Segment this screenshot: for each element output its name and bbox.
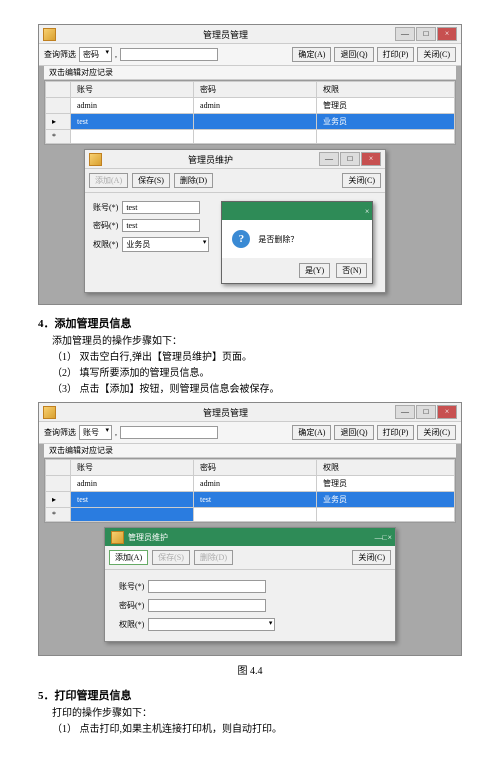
save-button[interactable]: 保存(S) xyxy=(132,173,170,188)
window-title: 管理员管理 xyxy=(56,406,395,419)
save-button: 保存(S) xyxy=(152,550,190,565)
confirm-dialog: × ? 是否删除？ 是(Y) 否(N) xyxy=(221,201,373,284)
close-icon[interactable]: × xyxy=(387,533,392,542)
add-button: 添加(A) xyxy=(89,173,128,188)
filter-mode-select[interactable]: 账号 xyxy=(79,425,112,440)
section-heading: 5．打印管理员信息 xyxy=(38,687,462,703)
print-button[interactable]: 打印(P) xyxy=(377,425,415,440)
account-field[interactable] xyxy=(148,580,266,593)
close-icon[interactable]: × xyxy=(437,405,457,419)
undo-button[interactable]: 退回(Q) xyxy=(334,47,373,62)
role-select[interactable] xyxy=(148,618,275,631)
window-admin-mgmt-1: 管理员管理 — □ × 查询筛选 密码 , 确定(A) 退回(Q) 打印(P) … xyxy=(38,24,462,305)
undo-button[interactable]: 退回(Q) xyxy=(334,425,373,440)
close-icon[interactable]: × xyxy=(437,27,457,41)
filter-mode-select[interactable]: 密码 xyxy=(79,47,112,62)
password-field[interactable]: test xyxy=(122,219,200,232)
minimize-icon[interactable]: — xyxy=(375,533,383,542)
close-icon[interactable]: × xyxy=(365,207,370,216)
app-icon xyxy=(43,28,56,41)
confirm-button[interactable]: 确定(A) xyxy=(292,47,331,62)
grid-hint: 双击编辑对应记录 xyxy=(44,66,456,80)
app-icon xyxy=(89,153,102,166)
delete-button[interactable]: 删除(D) xyxy=(174,173,213,188)
section-heading: 4．添加管理员信息 xyxy=(38,315,462,331)
maximize-icon[interactable]: □ xyxy=(416,27,436,41)
table-row: ▸test业务员 xyxy=(46,114,455,130)
dialog-admin-maint: 管理员维护 —□× 添加(A) 保存(S) 删除(D) 关闭(C) 账号(*)t… xyxy=(84,149,386,293)
table-row: * xyxy=(46,130,455,144)
admin-grid[interactable]: 账号密码权限 adminadmin管理员 ▸test业务员 * xyxy=(44,80,456,145)
app-icon xyxy=(111,531,124,544)
figure-caption: 图 4.4 xyxy=(38,662,462,677)
account-field[interactable]: test xyxy=(122,201,200,214)
filter-label: 查询筛选 xyxy=(44,49,76,60)
yes-button[interactable]: 是(Y) xyxy=(299,263,330,278)
toolbar: 查询筛选 密码 , 确定(A) 退回(Q) 打印(P) 关闭(C) xyxy=(39,44,461,66)
confirm-button[interactable]: 确定(A) xyxy=(292,425,331,440)
admin-grid[interactable]: 账号密码权限 adminadmin管理员 ▸testtest业务员 * xyxy=(44,458,456,523)
table-row: adminadmin管理员 xyxy=(46,98,455,114)
maximize-icon[interactable]: □ xyxy=(416,405,436,419)
print-button[interactable]: 打印(P) xyxy=(377,47,415,62)
window-title: 管理员管理 xyxy=(56,28,395,41)
dialog-admin-maint: 管理员维护 —□× 添加(A) 保存(S) 删除(D) 关闭(C) 账号(*) … xyxy=(104,527,396,642)
close-icon[interactable]: × xyxy=(361,152,381,166)
filter-input[interactable] xyxy=(120,426,218,439)
no-button[interactable]: 否(N) xyxy=(336,263,367,278)
titlebar: 管理员管理 — □ × xyxy=(39,25,461,44)
minimize-icon[interactable]: — xyxy=(319,152,339,166)
table-row: ▸testtest业务员 xyxy=(46,492,455,508)
minimize-icon[interactable]: — xyxy=(395,27,415,41)
delete-button: 删除(D) xyxy=(194,550,233,565)
table-row: adminadmin管理员 xyxy=(46,476,455,492)
window-admin-mgmt-2: 管理员管理 —□× 查询筛选 账号 , 确定(A) 退回(Q) 打印(P) 关闭… xyxy=(38,402,462,656)
maximize-icon[interactable]: □ xyxy=(340,152,360,166)
close-button[interactable]: 关闭(C) xyxy=(352,550,391,565)
app-icon xyxy=(43,406,56,419)
table-row: * xyxy=(46,508,455,522)
question-icon: ? xyxy=(232,230,250,248)
close-button[interactable]: 关闭(C) xyxy=(417,425,456,440)
filter-input[interactable] xyxy=(120,48,218,61)
minimize-icon[interactable]: — xyxy=(395,405,415,419)
close-button[interactable]: 关闭(C) xyxy=(417,47,456,62)
password-field[interactable] xyxy=(148,599,266,612)
close-button[interactable]: 关闭(C) xyxy=(342,173,381,188)
dialog-title: 管理员维护 xyxy=(102,153,319,166)
add-button[interactable]: 添加(A) xyxy=(109,550,148,565)
confirm-msg: 是否删除？ xyxy=(258,234,298,245)
role-select[interactable]: 业务员 xyxy=(122,237,209,252)
